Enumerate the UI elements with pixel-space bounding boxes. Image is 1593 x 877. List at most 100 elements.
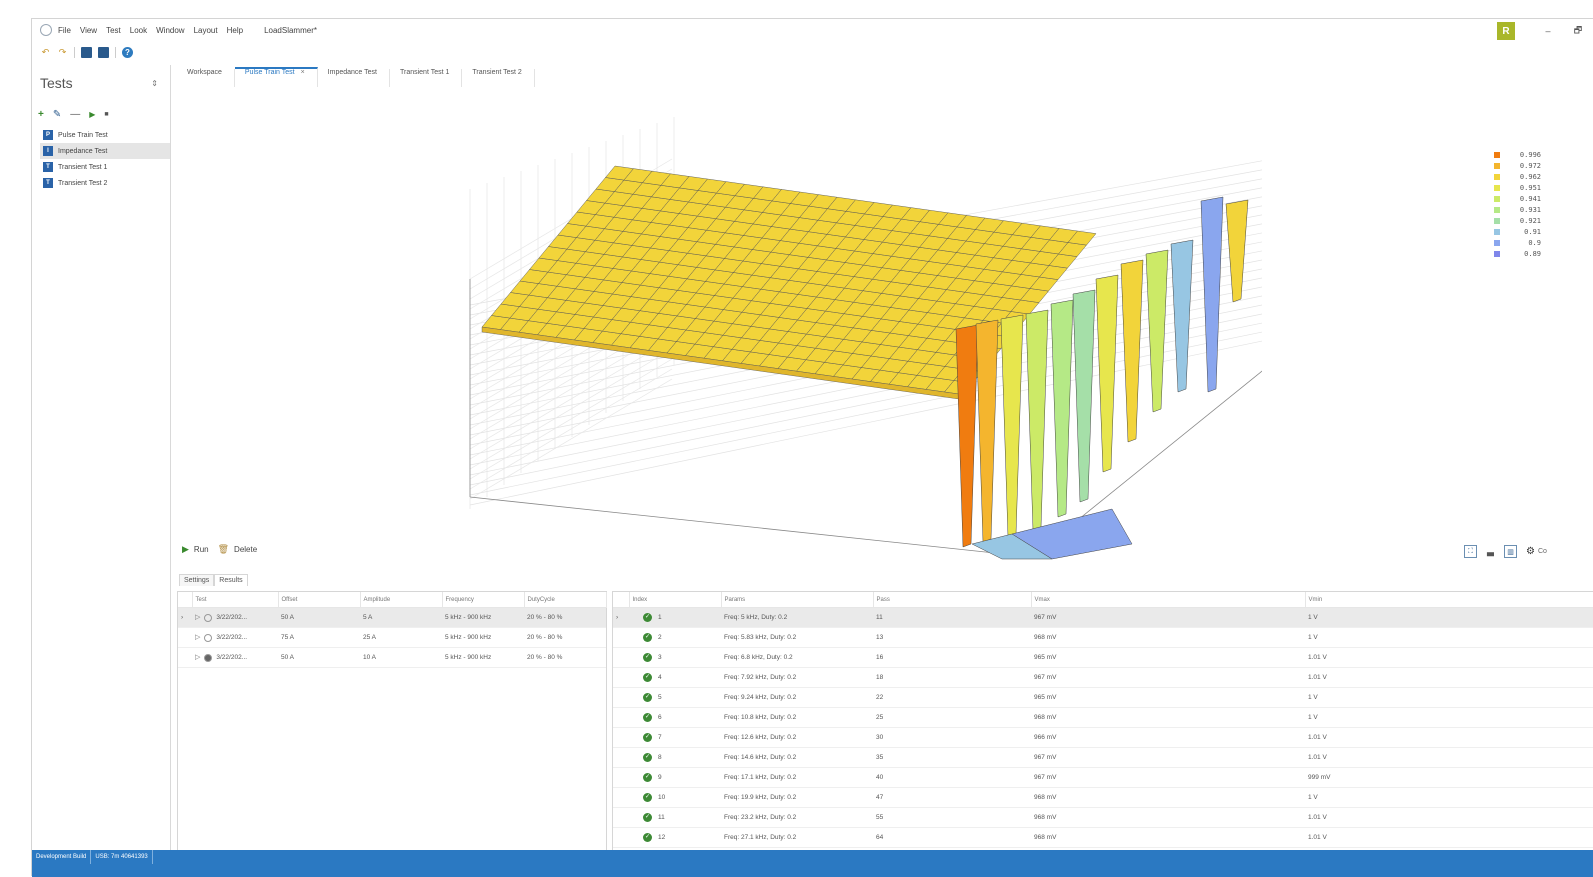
app-icon [40, 24, 52, 36]
results-grid: Index Params Pass Vmax Vmin › ✓ 1 Freq: 5 k… [612, 591, 1593, 855]
column-header-dutycycle[interactable]: DutyCycle [524, 592, 607, 608]
result-index: 1 [658, 614, 662, 622]
configure-label[interactable]: Co [1538, 548, 1547, 555]
tab-workspace[interactable]: Workspace [177, 69, 235, 87]
column-header-frequency[interactable]: Frequency [442, 592, 525, 608]
expand-icon[interactable]: ▷ [195, 634, 200, 641]
result-index-cell: ✓ 3 [629, 647, 721, 668]
menu-help[interactable]: Help [227, 26, 243, 35]
tree-item[interactable]: I Impedance Test [40, 143, 170, 159]
result-vmax: 968 mV [1031, 707, 1305, 728]
column-header-vmin[interactable]: Vmin [1305, 592, 1593, 608]
menu-test[interactable]: Test [106, 26, 121, 35]
run-row[interactable]: › ▷ 3/22/202... 50 A5 A5 kHz - 900 kHz 20 % … [178, 607, 606, 628]
select-radio[interactable] [204, 633, 213, 642]
surface-spike [1000, 314, 1024, 538]
expand-icon[interactable]: ▷ [195, 614, 200, 621]
result-row[interactable]: ✓ 5 Freq: 9.24 kHz, Duty: 0.2 22 965 mV 1 V [613, 687, 1593, 708]
result-vmax: 968 mV [1031, 627, 1305, 648]
panel-view-icon[interactable]: ▥ [1504, 545, 1517, 558]
remove-test-icon[interactable]: — [70, 109, 80, 120]
restore-button[interactable]: 🗗 [1563, 23, 1593, 39]
check-icon: ✓ [643, 673, 652, 682]
row-indicator [178, 627, 192, 648]
tab-transient-test-1[interactable]: Transient Test 1 [390, 69, 463, 87]
result-pass: 11 [873, 607, 1031, 628]
run-row[interactable]: ▷ 3/22/202... 50 A 10 A5 kHz - 900 kHz 20 % … [178, 647, 606, 668]
legend-swatch [1494, 228, 1500, 235]
gear-icon[interactable]: ⚙ [1525, 546, 1536, 557]
surface-spike [975, 319, 999, 543]
close-icon[interactable]: × [301, 69, 305, 76]
column-header-pass[interactable]: Pass [873, 592, 1032, 608]
result-row[interactable]: ✓ 6 Freq: 10.8 kHz, Duty: 0.2 25 968 mV 1 V [613, 707, 1593, 728]
test-icon: T [43, 178, 53, 188]
tests-panel: Tests ⇕ + ✎ — ▶ ■ P Pulse Train Test I Impe… [32, 65, 171, 850]
run-button[interactable]: Run [194, 545, 209, 554]
tab-pulse-train-test[interactable]: Pulse Train Test × [234, 67, 318, 87]
result-row[interactable]: ✓ 4 Freq: 7.92 kHz, Duty: 0.2 18 967 mV 1.01 … [613, 667, 1593, 688]
menu-window[interactable]: Window [156, 26, 184, 35]
tree-item[interactable]: T Transient Test 1 [40, 159, 170, 175]
result-vmin: 1 V [1305, 607, 1593, 628]
tab-results[interactable]: Results [214, 574, 248, 586]
result-params: Freq: 17.1 kHz, Duty: 0.2 [721, 767, 873, 788]
result-row[interactable]: ✓ 7 Freq: 12.6 kHz, Duty: 0.2 30 966 mV 1.01 … [613, 727, 1593, 748]
result-params: Freq: 5 kHz, Duty: 0.2 [721, 607, 873, 628]
result-row[interactable]: › ✓ 1 Freq: 5 kHz, Duty: 0.2 11 967 mV 1 V [613, 607, 1593, 628]
fit-view-icon[interactable]: ⛶ [1464, 545, 1477, 558]
save-icon[interactable] [81, 46, 92, 58]
result-row[interactable]: ✓ 3 Freq: 6.8 kHz, Duty: 0.2 16 965 mV 1.01 V [613, 647, 1593, 668]
user-avatar[interactable]: R [1497, 22, 1515, 40]
minimize-button[interactable]: – [1533, 26, 1563, 36]
run-offset: 50 A [278, 607, 360, 628]
row-indicator [613, 707, 629, 728]
legend-swatch [1494, 173, 1500, 180]
menu-look[interactable]: Look [130, 26, 147, 35]
bar-chart-icon[interactable]: ▃ [1485, 546, 1496, 557]
tree-item[interactable]: P Pulse Train Test [40, 127, 170, 143]
tab-impedance-test[interactable]: Impedance Test [318, 69, 390, 87]
pin-icon[interactable]: ⇕ [151, 79, 158, 88]
run-icon[interactable]: ▶ [89, 110, 95, 119]
column-header-vmax[interactable]: Vmax [1031, 592, 1306, 608]
column-header-params[interactable]: Params [721, 592, 874, 608]
menu-view[interactable]: View [80, 26, 97, 35]
menu-layout[interactable]: Layout [194, 26, 218, 35]
wrench-icon[interactable]: ✎ [53, 109, 61, 120]
column-header-test[interactable]: Test [192, 592, 279, 608]
undo-icon[interactable]: ↶ [40, 47, 51, 58]
redo-icon[interactable]: ↷ [57, 47, 68, 58]
column-header-amplitude[interactable]: Amplitude [360, 592, 443, 608]
result-row[interactable]: ✓ 10 Freq: 19.9 kHz, Duty: 0.2 47 968 mV 1 V [613, 787, 1593, 808]
expand-icon[interactable]: ▷ [195, 654, 200, 661]
help-icon[interactable]: ? [122, 46, 133, 58]
tab-label: Impedance Test [327, 69, 377, 76]
delete-icon[interactable]: 🗑 [218, 544, 229, 555]
column-header-offset[interactable]: Offset [278, 592, 361, 608]
tab-settings[interactable]: Settings [179, 574, 215, 586]
save-as-icon[interactable] [98, 46, 109, 58]
result-row[interactable]: ✓ 11 Freq: 23.2 kHz, Duty: 0.2 55 968 mV 1.01… [613, 807, 1593, 828]
result-row[interactable]: ✓ 9 Freq: 17.1 kHz, Duty: 0.2 40 967 mV 999 m… [613, 767, 1593, 788]
result-row[interactable]: ✓ 12 Freq: 27.1 kHz, Duty: 0.2 64 968 mV 1.01… [613, 827, 1593, 848]
menu-file[interactable]: File [58, 26, 71, 35]
connection-status[interactable]: USB: 7m 40641393 [91, 850, 153, 864]
result-vmax: 967 mV [1031, 747, 1305, 768]
tree-item-label: Pulse Train Test [58, 131, 108, 139]
result-params: Freq: 5.83 kHz, Duty: 0.2 [721, 627, 873, 648]
delete-button[interactable]: Delete [234, 545, 257, 554]
result-index-cell: ✓ 5 [629, 687, 721, 708]
add-test-icon[interactable]: + [38, 109, 44, 120]
toolbar-separator [115, 46, 116, 58]
stop-icon[interactable]: ■ [104, 111, 108, 118]
column-header-index[interactable]: Index [629, 592, 722, 608]
tab-transient-test-2[interactable]: Transient Test 2 [462, 69, 535, 87]
tree-item[interactable]: T Transient Test 2 [40, 175, 170, 191]
select-radio[interactable] [204, 613, 213, 622]
run-icon[interactable]: ▶ [182, 544, 189, 555]
select-radio[interactable] [204, 653, 213, 662]
result-row[interactable]: ✓ 2 Freq: 5.83 kHz, Duty: 0.2 13 968 mV 1 V [613, 627, 1593, 648]
run-row[interactable]: ▷ 3/22/202... 75 A 25 A5 kHz - 900 kHz 20 % … [178, 627, 606, 648]
result-row[interactable]: ✓ 8 Freq: 14.6 kHz, Duty: 0.2 35 967 mV 1.01 … [613, 747, 1593, 768]
